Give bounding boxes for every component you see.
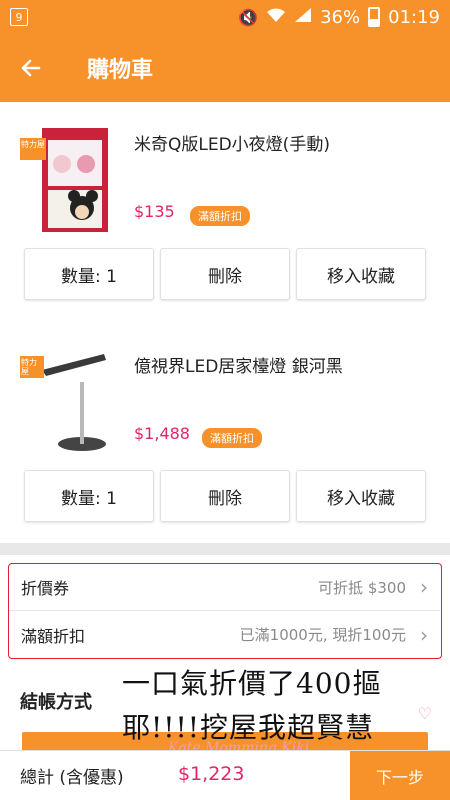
product-price: $1,488 <box>134 424 190 443</box>
coupon-value: 可折抵 $300 <box>318 578 406 597</box>
chevron-right-icon: › <box>420 622 428 647</box>
volume-discount-value: 已滿1000元, 現折100元 <box>239 626 406 644</box>
move-to-favorites-button[interactable]: 移入收藏 <box>296 248 426 300</box>
status-bar: 9 🔇 36% 01:19 <box>0 0 450 34</box>
volume-discount-row[interactable]: 滿額折扣 已滿1000元, 現折100元 › <box>9 611 440 658</box>
app-bar: 購物車 <box>0 34 450 102</box>
clock: 01:19 <box>388 6 440 28</box>
wifi-icon <box>266 7 286 27</box>
overlay-line: 一口氣折價了400摳 <box>122 667 382 700</box>
product-image[interactable]: 特力屋 <box>20 346 110 456</box>
heart-icon: ♡ <box>417 704 432 723</box>
chevron-right-icon: › <box>420 575 428 599</box>
item-actions: 數量: 1 刪除 移入收藏 <box>0 248 450 300</box>
product-name[interactable]: 億視界LED居家檯燈 銀河黑 <box>134 352 343 377</box>
discount-badge: 滿額折扣 <box>202 428 262 448</box>
notification-icon: 9 <box>10 8 28 26</box>
coupon-row[interactable]: 折價券 可折抵 $300 › <box>9 564 440 611</box>
discount-badge: 滿額折扣 <box>190 206 250 226</box>
next-step-button[interactable]: 下一步 <box>350 751 450 800</box>
product-image[interactable]: 特力屋 <box>20 126 110 236</box>
mute-icon: 🔇 <box>238 7 259 27</box>
total-label: 總計 (含優惠) <box>20 768 124 788</box>
total-value: $1,223 <box>178 763 245 785</box>
store-tag: 特力屋 <box>21 358 37 376</box>
checkout-method-title: 結帳方式 <box>20 692 92 713</box>
arrow-left-icon <box>21 59 41 77</box>
delete-button[interactable]: 刪除 <box>160 248 290 300</box>
quantity-button[interactable]: 數量: 1 <box>24 248 154 300</box>
section-divider <box>0 543 450 555</box>
quantity-button[interactable]: 數量: 1 <box>24 470 154 522</box>
status-icons: 🔇 36% 01:19 <box>238 7 440 28</box>
product-name[interactable]: 米奇Q版LED小夜燈(手動) <box>134 130 330 155</box>
footer-bar: 總計 (含優惠) $1,223 下一步 <box>0 750 450 800</box>
discount-highlight-box: 折價券 可折抵 $300 › 滿額折扣 已滿1000元, 現折100元 › <box>8 563 442 659</box>
coupon-label: 折價券 <box>21 579 70 598</box>
battery-icon <box>368 7 381 27</box>
move-to-favorites-button[interactable]: 移入收藏 <box>296 470 426 522</box>
store-tag: 特力屋 <box>21 140 45 149</box>
page-title: 購物車 <box>87 58 154 83</box>
signal-icon <box>294 7 312 27</box>
back-button[interactable] <box>0 34 62 102</box>
delete-button[interactable]: 刪除 <box>160 470 290 522</box>
volume-discount-label: 滿額折扣 <box>21 626 86 646</box>
battery-percent: 36% <box>320 6 361 28</box>
product-price: $135 <box>134 202 175 221</box>
item-actions: 數量: 1 刪除 移入收藏 <box>0 470 450 522</box>
